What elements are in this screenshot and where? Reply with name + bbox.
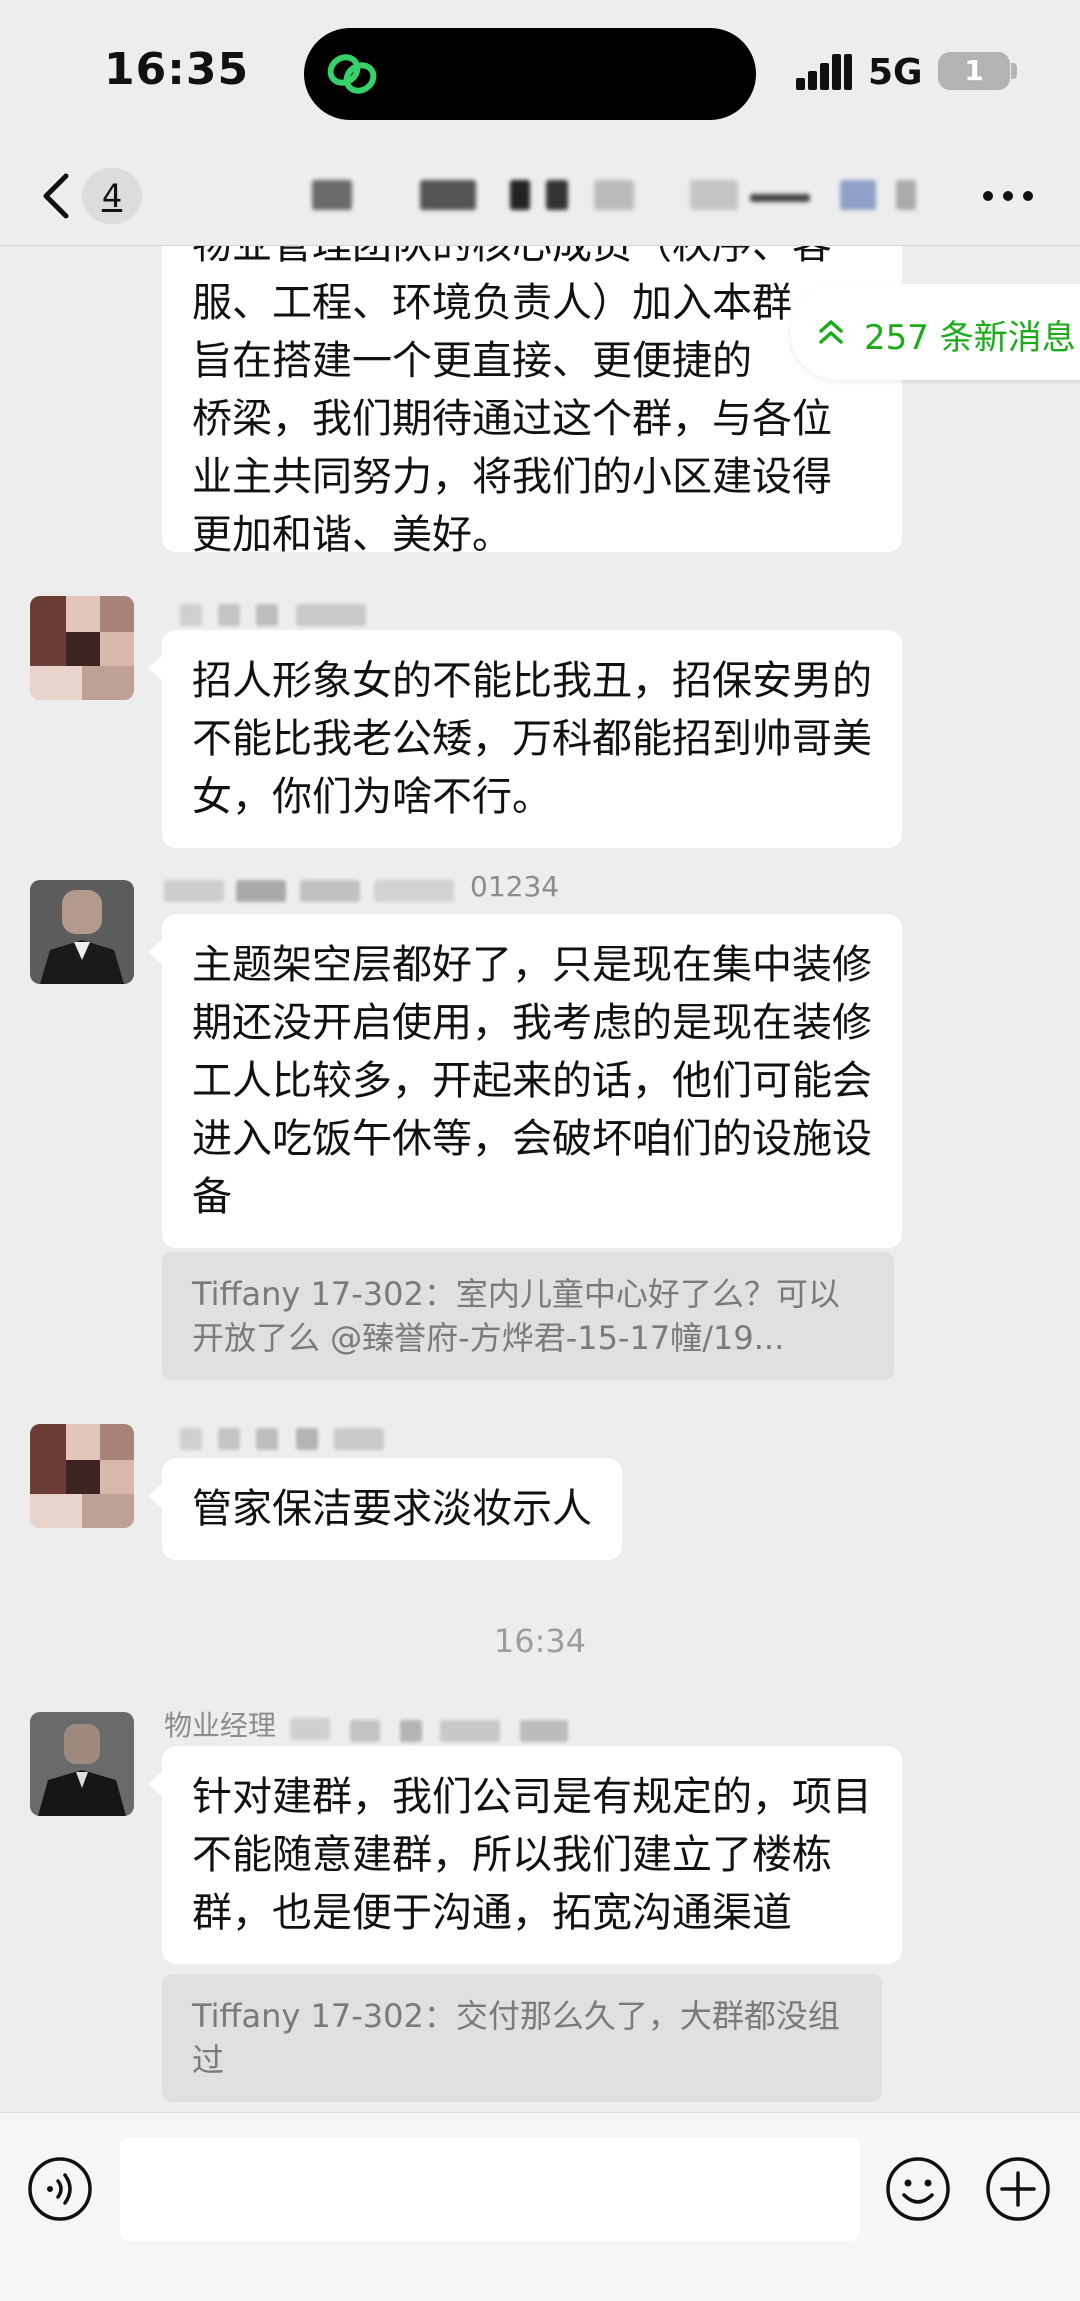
message-text: 管家保洁要求淡妆示人 (192, 1486, 592, 1532)
sender-name-fragment: 01234 (470, 870, 560, 903)
new-messages-label: 257 条新消息 (864, 318, 1076, 358)
message-bubble[interactable]: 招人形象女的不能比我丑，招保安男的不能比我老公矮，万科都能招到帅哥美女，你们为啥… (162, 630, 902, 848)
back-chevron-icon[interactable] (38, 166, 74, 226)
unread-badge[interactable]: 4 (82, 168, 142, 224)
battery-icon: 1 (938, 52, 1010, 90)
status-time: 16:35 (104, 44, 250, 95)
message-line: 业主共同努力，将我们的小区建设得 (192, 454, 832, 500)
quoted-text: Tiffany 17-302：室内儿童中心好了么？可以开放了么 @臻誉府-方烨君… (192, 1275, 840, 1357)
signal-icon (796, 54, 852, 90)
message-bubble[interactable]: 物业管理团队的核心成员（秩序、客 服、工程、环境负责人）加入本群， 旨在搭建一个… (162, 246, 902, 552)
avatar-image (30, 880, 134, 984)
quoted-message[interactable]: Tiffany 17-302：交付那么久了，大群都没组过 (162, 1974, 882, 2102)
message-line: 更加和谐、美好。 (192, 512, 512, 552)
status-bar: 16:35 5G 1 (0, 0, 1080, 150)
message-text: 针对建群，我们公司是有规定的，项目不能随意建群，所以我们建立了楼栋群，也是便于沟… (192, 1774, 872, 1936)
message-bubble[interactable]: 针对建群，我们公司是有规定的，项目不能随意建群，所以我们建立了楼栋群，也是便于沟… (162, 1746, 902, 1964)
message-line: 桥梁，我们期待通过这个群，与各位 (192, 396, 832, 442)
quoted-text: Tiffany 17-302：交付那么久了，大群都没组过 (192, 1997, 840, 2079)
avatar[interactable] (30, 880, 134, 984)
double-chevron-up-icon (819, 320, 843, 344)
avatar[interactable] (30, 596, 134, 700)
message-text: 主题架空层都好了，只是现在集中装修期还没开启使用，我考虑的是现在装修工人比较多，… (192, 942, 872, 1220)
message-text: 招人形象女的不能比我丑，招保安男的不能比我老公矮，万科都能招到帅哥美女，你们为啥… (192, 658, 872, 820)
plus-icon[interactable] (984, 2155, 1052, 2223)
battery-cap (1011, 63, 1017, 79)
avatar-image (30, 1424, 134, 1528)
avatar[interactable] (30, 1712, 134, 1816)
network-type: 5G (868, 52, 923, 93)
voice-icon[interactable] (26, 2155, 94, 2223)
chat-header: 4 (0, 150, 1080, 246)
quoted-message[interactable]: Tiffany 17-302：室内儿童中心好了么？可以开放了么 @臻誉府-方烨君… (162, 1252, 894, 1380)
message-input[interactable] (120, 2137, 860, 2241)
chat-timestamp: 16:34 (493, 1622, 587, 1660)
avatar[interactable] (30, 1424, 134, 1528)
avatar-image (30, 596, 134, 700)
emoji-icon[interactable] (884, 2155, 952, 2223)
avatar-image (30, 1712, 134, 1816)
message-line: 物业管理团队的核心成员（秩序、客 (192, 246, 872, 274)
input-bar (0, 2112, 1080, 2301)
dynamic-island (304, 28, 756, 120)
battery-level: 1 (964, 54, 984, 87)
message-bubble[interactable]: 主题架空层都好了，只是现在集中装修期还没开启使用，我考虑的是现在装修工人比较多，… (162, 914, 902, 1248)
sender-name-fragment: 物业经理 (164, 1709, 277, 1742)
message-line: 旨在搭建一个更直接、更便捷的 (192, 338, 752, 384)
new-messages-pill[interactable]: 257 条新消息 (790, 284, 1080, 380)
more-icon[interactable] (980, 186, 1036, 206)
message-line: 服、工程、环境负责人）加入本群， (192, 280, 832, 326)
message-bubble[interactable]: 管家保洁要求淡妆示人 (162, 1458, 622, 1560)
link-icon (327, 54, 377, 94)
